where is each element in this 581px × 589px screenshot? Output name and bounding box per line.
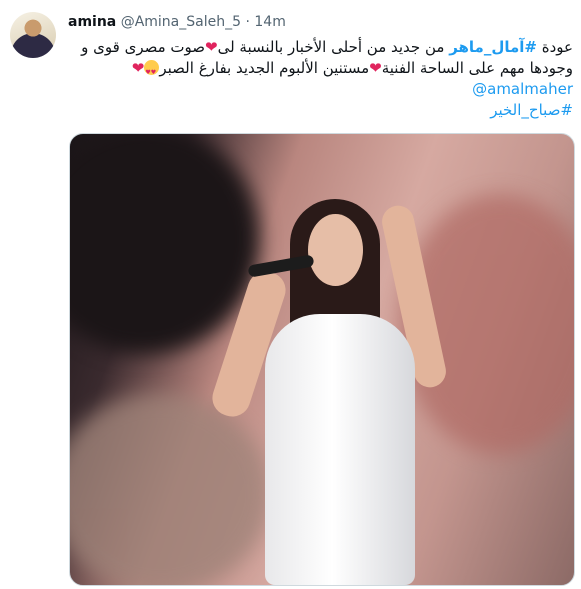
user-name[interactable]: amina bbox=[68, 14, 116, 30]
tweet-text-line-1: عودة #آمال_ماهر من جديد من أحلى الأخبار … bbox=[68, 37, 573, 58]
hashtag-link[interactable]: #آمال_ماهر bbox=[449, 38, 537, 56]
photo-background-shadow bbox=[70, 134, 260, 354]
text-segment: من جديد من أحلى الأخبار بالنسبة لى bbox=[217, 38, 450, 56]
text-segment: مستنين الألبوم الجديد بفارغ الصبر bbox=[159, 59, 370, 77]
heart-eyes-emoji-icon bbox=[144, 60, 160, 83]
mention-line: @amalmaher bbox=[68, 79, 573, 100]
heart-icon: ❤ bbox=[205, 38, 218, 56]
singer-dress bbox=[265, 314, 415, 585]
tweet-card[interactable]: amina @Amina_Saleh_5 · 14m عودة #آمال_ما… bbox=[0, 0, 581, 589]
avatar[interactable] bbox=[10, 12, 56, 58]
user-handle[interactable]: @Amina_Saleh_5 bbox=[121, 14, 241, 30]
text-segment: صوت مصرى قوى و bbox=[81, 38, 206, 56]
text-segment: وجودها مهم على الساحة الفنية bbox=[381, 59, 573, 77]
text-segment: عودة bbox=[536, 38, 573, 56]
mention-link[interactable]: @amalmaher bbox=[472, 80, 573, 98]
heart-icon: ❤ bbox=[369, 59, 382, 77]
tweet-text-line-2: وجودها مهم على الساحة الفنية❤مستنين الأل… bbox=[68, 58, 573, 83]
tweet-header: amina @Amina_Saleh_5 · 14m bbox=[68, 14, 286, 30]
singer-face bbox=[308, 214, 363, 286]
tweet-photo[interactable] bbox=[69, 133, 575, 586]
hashtag-line: #صباح_الخير bbox=[68, 100, 573, 121]
heart-icon: ❤ bbox=[131, 59, 145, 77]
separator: · bbox=[245, 14, 250, 30]
photo-background-light bbox=[70, 394, 270, 585]
tweet-time[interactable]: 14m bbox=[254, 14, 285, 30]
hashtag-link-2[interactable]: #صباح_الخير bbox=[490, 101, 573, 119]
